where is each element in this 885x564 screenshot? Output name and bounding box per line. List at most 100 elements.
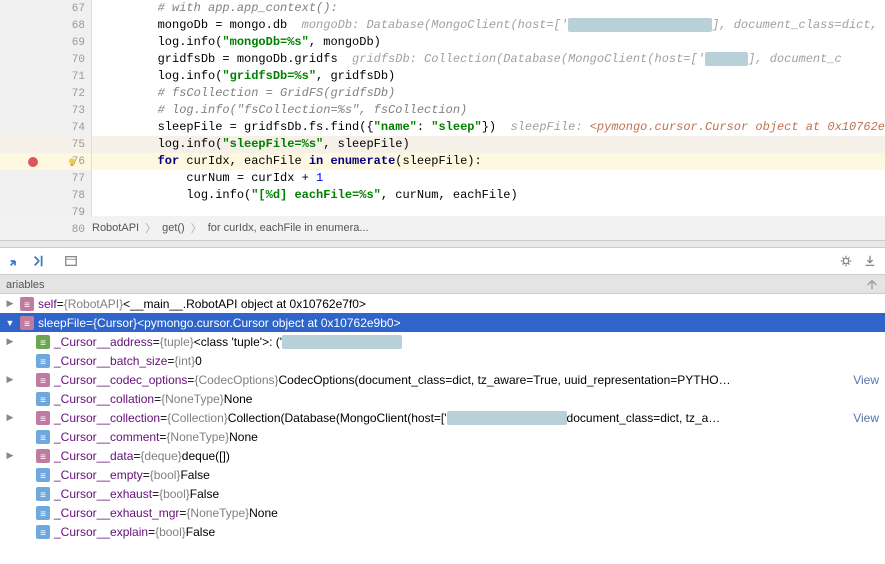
type-icon: ≡	[36, 430, 50, 444]
type-icon: ≡	[20, 297, 34, 311]
expand-arrow-icon[interactable]: ▶	[4, 336, 16, 347]
variable-row[interactable]: ▶≡_Cursor__address = {tuple} <class 'tup…	[0, 332, 885, 351]
variable-row[interactable]: ≡_Cursor__explain = {bool} False	[0, 522, 885, 541]
gutter-row[interactable]: 71	[0, 68, 91, 85]
run-to-cursor-icon[interactable]	[32, 254, 46, 268]
variables-title: ariables	[6, 279, 45, 291]
svg-text:≡: ≡	[40, 376, 46, 387]
code-line[interactable]: log.info("gridfsDb=%s", gridfsDb)	[92, 68, 885, 85]
variable-row[interactable]: ▶≡self = {RobotAPI} <__main__.RobotAPI o…	[0, 294, 885, 313]
view-link[interactable]: View	[853, 373, 879, 387]
step-out-icon[interactable]	[8, 254, 22, 268]
variable-name: _Cursor__explain	[54, 525, 148, 539]
expand-arrow-icon[interactable]: ▶	[4, 450, 16, 461]
variable-value: deque([])	[182, 449, 230, 463]
gutter-row[interactable]: 75	[0, 136, 91, 153]
gutter-row[interactable]: 78	[0, 187, 91, 204]
variable-value: False	[180, 468, 209, 482]
variable-type: {bool}	[150, 468, 181, 482]
gutter-row[interactable]: 73	[0, 102, 91, 119]
variable-name: _Cursor__batch_size	[54, 354, 167, 368]
gutter-row[interactable]: 70	[0, 51, 91, 68]
code-line[interactable]: log.info("mongoDb=%s", mongoDb)	[92, 34, 885, 51]
svg-text:≡: ≡	[40, 433, 46, 444]
code-line[interactable]: log.info("[%d] eachFile=%s", curNum, eac…	[92, 187, 885, 204]
svg-text:≡: ≡	[24, 300, 30, 311]
expand-arrow-icon[interactable]: ▶	[4, 412, 16, 423]
equals: =	[148, 525, 155, 539]
code-line[interactable]: curNum = curIdx + 1	[92, 170, 885, 187]
gutter-row[interactable]: 74	[0, 119, 91, 136]
settings-icon[interactable]	[839, 254, 853, 268]
variable-type: {deque}	[140, 449, 181, 463]
redacted	[447, 411, 567, 425]
variable-row[interactable]: ≡_Cursor__collation = {NoneType} None	[0, 389, 885, 408]
gutter-row[interactable]: 79	[0, 204, 91, 221]
gutter-row[interactable]: 80	[0, 221, 91, 238]
variable-type: {tuple}	[160, 335, 194, 349]
breakpoint-icon[interactable]	[28, 157, 38, 167]
variable-row[interactable]: ▶≡_Cursor__codec_options = {CodecOptions…	[0, 370, 885, 389]
gutter-row[interactable]: 76	[0, 153, 91, 170]
variable-name: _Cursor__data	[54, 449, 133, 463]
variable-row[interactable]: ≡_Cursor__exhaust = {bool} False	[0, 484, 885, 503]
variable-value: Collection(Database(MongoClient(host=['	[228, 411, 447, 425]
evaluate-icon[interactable]	[64, 254, 78, 268]
equals: =	[160, 411, 167, 425]
variable-row[interactable]: ≡_Cursor__comment = {NoneType} None	[0, 427, 885, 446]
bulb-icon[interactable]	[66, 156, 78, 168]
gutter-row[interactable]: 67	[0, 0, 91, 17]
variable-value: False	[186, 525, 215, 539]
gutter-row[interactable]: 69	[0, 34, 91, 51]
code-line[interactable]: sleepFile = gridfsDb.fs.find({"name": "s…	[92, 119, 885, 136]
breadcrumb-item[interactable]: RobotAPI	[92, 222, 139, 234]
breadcrumb-item[interactable]: get()	[162, 222, 185, 234]
code-line[interactable]: # with app.app_context():	[92, 0, 885, 17]
svg-text:≡: ≡	[40, 471, 46, 482]
gutter[interactable]: 6768697071727374757677787980	[0, 0, 92, 216]
svg-text:≡: ≡	[40, 490, 46, 501]
svg-text:≡: ≡	[40, 338, 46, 349]
variable-row[interactable]: ▶≡_Cursor__data = {deque} deque([])	[0, 446, 885, 465]
breadcrumb-sep: 〉	[145, 220, 156, 236]
type-icon: ≡	[36, 373, 50, 387]
view-link[interactable]: View	[853, 411, 879, 425]
code-line[interactable]: # fsCollection = GridFS(gridfsDb)	[92, 85, 885, 102]
gutter-row[interactable]: 72	[0, 85, 91, 102]
variable-type: {Cursor}	[93, 316, 137, 330]
download-icon[interactable]	[863, 254, 877, 268]
code-editor[interactable]: 6768697071727374757677787980 # with app.…	[0, 0, 885, 216]
variable-row[interactable]: ≡_Cursor__batch_size = {int} 0	[0, 351, 885, 370]
variable-row[interactable]: ≡_Cursor__exhaust_mgr = {NoneType} None	[0, 503, 885, 522]
variable-name: self	[38, 297, 57, 311]
code-line[interactable]	[92, 204, 885, 216]
type-icon: ≡	[36, 335, 50, 349]
line-number: 68	[59, 20, 85, 32]
code-area[interactable]: # with app.app_context(): mongoDb = mong…	[92, 0, 885, 216]
expand-arrow-icon[interactable]: ▶	[4, 298, 16, 309]
code-line[interactable]: # log.info("fsCollection=%s", fsCollecti…	[92, 102, 885, 119]
variable-name: _Cursor__collection	[54, 411, 160, 425]
gutter-row[interactable]: 77	[0, 170, 91, 187]
variable-row[interactable]: ≡_Cursor__empty = {bool} False	[0, 465, 885, 484]
restore-icon[interactable]	[865, 278, 879, 292]
line-number: 77	[59, 173, 85, 185]
breadcrumb-sep: 〉	[191, 220, 202, 236]
variable-row[interactable]: ▶≡_Cursor__collection = {Collection} Col…	[0, 408, 885, 427]
code-line[interactable]: gridfsDb = mongoDb.gridfs gridfsDb: Coll…	[92, 51, 885, 68]
line-number: 73	[59, 105, 85, 117]
expand-arrow-icon[interactable]: ▼	[4, 318, 16, 328]
code-line[interactable]: mongoDb = mongo.db mongoDb: Database(Mon…	[92, 17, 885, 34]
variables-pane[interactable]: ▶≡self = {RobotAPI} <__main__.RobotAPI o…	[0, 294, 885, 541]
expand-arrow-icon[interactable]: ▶	[4, 374, 16, 385]
code-line[interactable]: log.info("sleepFile=%s", sleepFile)	[92, 136, 885, 153]
line-number: 71	[59, 71, 85, 83]
svg-text:≡: ≡	[40, 509, 46, 520]
gutter-row[interactable]: 68	[0, 17, 91, 34]
pane-divider[interactable]	[0, 240, 885, 248]
variable-row[interactable]: ▼≡sleepFile = {Cursor} <pymongo.cursor.C…	[0, 313, 885, 332]
variable-name: _Cursor__empty	[54, 468, 143, 482]
breadcrumb-item[interactable]: for curIdx, eachFile in enumera...	[208, 222, 369, 234]
code-line[interactable]: for curIdx, eachFile in enumerate(sleepF…	[92, 153, 885, 170]
equals: =	[167, 354, 174, 368]
